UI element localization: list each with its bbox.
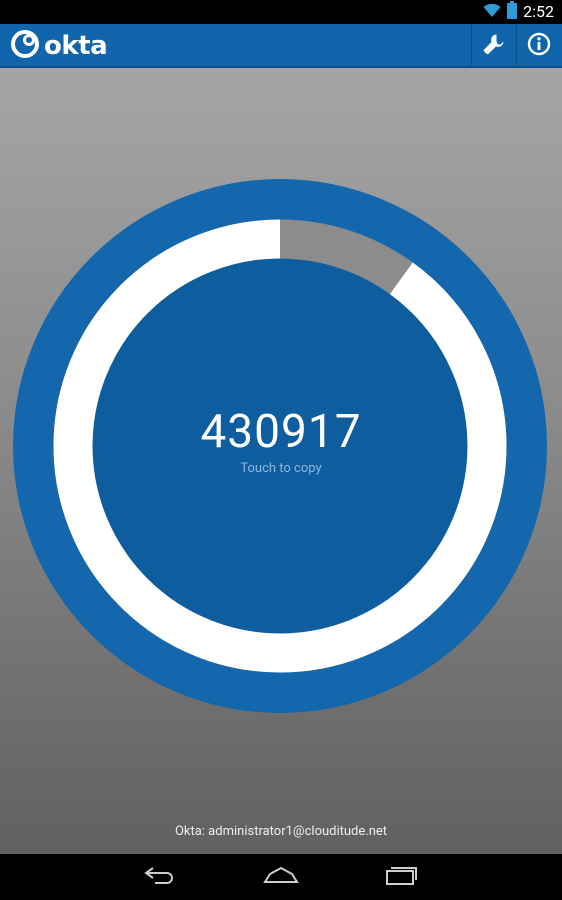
okta-logo-icon	[10, 29, 40, 63]
settings-button[interactable]	[472, 24, 516, 68]
battery-icon	[507, 1, 518, 23]
back-icon	[143, 865, 177, 889]
status-bar: 2:52	[0, 0, 562, 24]
home-button[interactable]	[251, 860, 311, 894]
wifi-icon	[483, 2, 501, 22]
copy-code-area[interactable]: 430917 Touch to copy	[95, 259, 467, 631]
wrench-icon	[482, 32, 506, 60]
account-label: Okta: administrator1@clouditude.net	[174, 824, 388, 839]
main-content: 430917 Touch to copy Okta: administrator…	[0, 68, 562, 854]
about-button[interactable]	[517, 24, 561, 68]
status-bar-right: 2:52	[483, 1, 554, 23]
navigation-bar	[0, 854, 562, 900]
action-bar: okta	[0, 24, 562, 68]
app-logo[interactable]: okta	[10, 29, 108, 63]
recent-apps-button[interactable]	[372, 860, 432, 894]
otp-code[interactable]: 430917	[200, 407, 361, 457]
status-time: 2:52	[523, 2, 554, 21]
token-dial: 430917 Touch to copy	[12, 178, 548, 714]
info-icon	[527, 32, 551, 60]
app-name: okta	[44, 31, 108, 61]
back-button[interactable]	[130, 860, 190, 894]
touch-to-copy-label: Touch to copy	[240, 460, 322, 476]
home-icon	[263, 865, 299, 889]
recent-apps-icon	[385, 864, 419, 890]
